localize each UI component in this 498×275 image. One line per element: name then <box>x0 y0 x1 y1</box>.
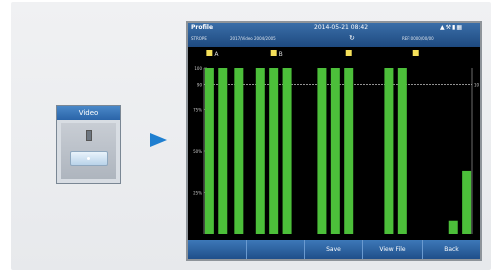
right-label: 10 <box>474 83 480 88</box>
tool-icon: ⚒ <box>445 24 452 31</box>
marker-icon <box>206 50 213 56</box>
video-widget-title: Video <box>57 106 120 120</box>
bar <box>234 68 244 234</box>
signal-icon: ▲ <box>440 24 445 31</box>
marker-icon <box>345 50 352 56</box>
save-button[interactable]: Save <box>304 240 362 259</box>
bar <box>448 220 458 234</box>
device-screen: Profile 2014-05-21 08:42 STROPE 2017/Vid… <box>186 21 482 261</box>
back-button[interactable]: Back <box>422 240 480 259</box>
bar <box>344 68 354 234</box>
indicator-icon <box>86 130 92 141</box>
bar <box>384 68 394 234</box>
footer-button-1[interactable] <box>188 240 246 259</box>
screen-header: Profile 2014-05-21 08:42 STROPE 2017/Vid… <box>188 23 480 47</box>
view-file-button[interactable]: View File <box>362 240 422 259</box>
bar <box>317 68 327 234</box>
y-tick-label: 75% <box>193 108 202 113</box>
y-tick-label: 50% <box>193 149 202 154</box>
marker-icon <box>412 50 419 56</box>
header-sub-left: STROPE <box>191 36 207 41</box>
video-button[interactable] <box>70 151 108 166</box>
status-icons: ▲⚒▮▦ <box>440 24 463 31</box>
bar <box>397 68 407 234</box>
footer-button-2[interactable] <box>246 240 304 259</box>
refresh-icon[interactable]: ↻ <box>349 34 355 42</box>
bar <box>330 68 340 234</box>
screen-footer: Save View File Back <box>188 240 480 259</box>
video-widget[interactable]: Video <box>56 105 121 184</box>
bar <box>204 68 214 234</box>
screen-title: Profile <box>191 24 214 31</box>
y-tick-label: 90 <box>197 83 203 88</box>
header-sub-mid: 2017/Video 2004/2005 <box>230 36 276 41</box>
profile-chart: 100 90 75% 50% 25% 10 A B <box>193 50 480 234</box>
arrow-right-icon <box>150 133 167 147</box>
bar <box>269 68 279 234</box>
video-widget-body <box>61 123 116 179</box>
bar <box>282 68 292 234</box>
datetime: 2014-05-21 08:42 <box>314 24 369 31</box>
header-sub-right: REF:0000/00/00 <box>402 36 434 41</box>
marker-label: B <box>279 51 283 58</box>
bar <box>462 170 472 234</box>
marker-icon <box>270 50 277 56</box>
y-tick-label: 100 <box>194 66 202 71</box>
bar <box>218 68 228 234</box>
dot-icon <box>87 157 90 160</box>
battery-icon: ▮ <box>452 24 456 31</box>
y-tick-label: 25% <box>193 191 202 196</box>
bar <box>255 68 265 234</box>
marker-label: A <box>214 51 219 58</box>
grid-icon: ▦ <box>456 24 462 31</box>
